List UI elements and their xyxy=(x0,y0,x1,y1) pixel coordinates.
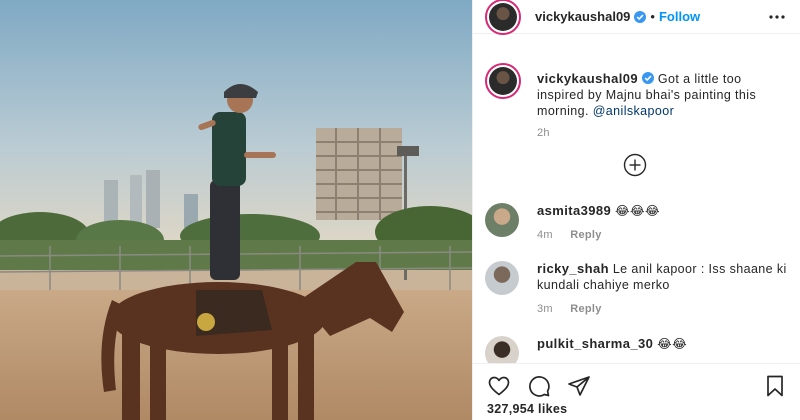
photo-illustration xyxy=(0,0,472,420)
comment-text: ricky_shah Le anil kapoor : Iss shaane k… xyxy=(537,261,787,293)
header-separator: • xyxy=(650,9,655,24)
heart-icon[interactable] xyxy=(487,374,511,398)
plus-circle-icon[interactable] xyxy=(623,153,647,177)
author-avatar[interactable] xyxy=(485,0,521,35)
comment-body: 😂😂😂 xyxy=(615,204,661,218)
caption-username[interactable]: vickykaushal09 xyxy=(537,71,638,86)
comment-row: pulkit_sharma_30 😂😂 xyxy=(485,336,785,363)
reply-button[interactable]: Reply xyxy=(570,303,601,315)
caption-mention[interactable]: @anilskapoor xyxy=(593,104,674,118)
comment-avatar[interactable] xyxy=(485,261,519,295)
comment-row: asmita3989 😂😂😂 4m Reply xyxy=(485,203,785,247)
likes-count[interactable]: 327,954 likes xyxy=(487,402,567,416)
author-username[interactable]: vickykaushal09 xyxy=(535,9,630,24)
comment-username[interactable]: asmita3989 xyxy=(537,203,611,218)
comment-time[interactable]: 4m xyxy=(537,229,553,241)
caption-verified-badge-icon xyxy=(642,72,655,84)
more-options-icon[interactable] xyxy=(769,9,785,25)
comment-time[interactable]: 3m xyxy=(537,303,553,315)
comment-row: ricky_shah Le anil kapoor : Iss shaane k… xyxy=(485,261,787,321)
caption-meta: 2h xyxy=(537,127,550,139)
comment-username[interactable]: ricky_shah xyxy=(537,261,609,276)
comment-avatar[interactable] xyxy=(485,203,519,237)
post-actions-bar: 327,954 likes xyxy=(473,363,800,420)
comment-meta: 4m Reply xyxy=(537,229,602,241)
post-side-panel: vickykaushal09 • Follow vickykaushal09 G… xyxy=(472,0,800,420)
bookmark-icon[interactable] xyxy=(763,374,787,398)
comment-meta: 3m Reply xyxy=(537,303,602,315)
comment-body: 😂😂 xyxy=(657,337,688,351)
post-photo[interactable] xyxy=(0,0,472,420)
caption-avatar[interactable] xyxy=(485,63,521,99)
caption-time[interactable]: 2h xyxy=(537,127,550,139)
comment-icon[interactable] xyxy=(527,374,551,398)
comment-username[interactable]: pulkit_sharma_30 xyxy=(537,336,653,351)
comment-text: asmita3989 😂😂😂 xyxy=(537,203,787,219)
comment-text: pulkit_sharma_30 😂😂 xyxy=(537,336,787,352)
follow-button[interactable]: Follow xyxy=(659,9,700,24)
caption-row: vickykaushal09 Got a little too inspired… xyxy=(485,63,785,147)
caption-text: vickykaushal09 Got a little too inspired… xyxy=(537,71,787,119)
post-header: vickykaushal09 • Follow xyxy=(473,0,800,35)
comments-list[interactable]: vickykaushal09 Got a little too inspired… xyxy=(473,57,800,363)
reply-button[interactable]: Reply xyxy=(570,229,601,241)
comment-avatar[interactable] xyxy=(485,336,519,363)
share-icon[interactable] xyxy=(567,374,591,398)
verified-badge-icon xyxy=(634,10,647,23)
